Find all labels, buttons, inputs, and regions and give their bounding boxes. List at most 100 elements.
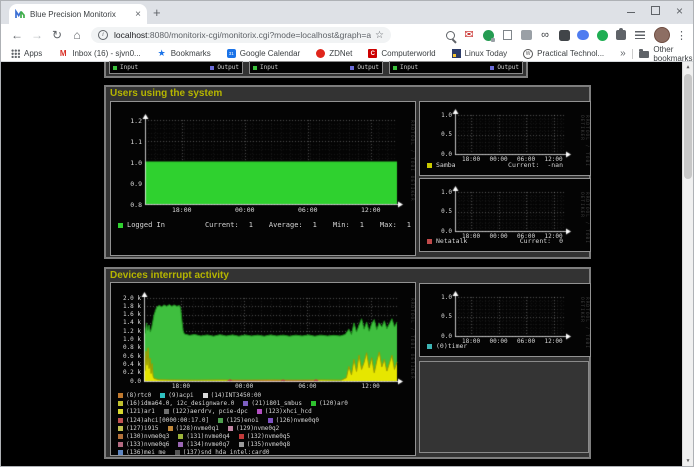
- bookmark-inbox[interactable]: MInbox (16) - sjvn0...: [58, 49, 140, 59]
- bookmarks-overflow-chevron[interactable]: »: [620, 48, 626, 59]
- site-info-icon[interactable]: i: [98, 30, 108, 40]
- bookmark-zdnet[interactable]: ZDNet: [316, 49, 352, 59]
- legend-label: Output: [497, 64, 519, 71]
- legend-label: (0)timer: [436, 342, 467, 350]
- legend-item: (121)ar1: [118, 408, 155, 415]
- graph-legend: SambaCurrent:-nan: [427, 161, 586, 169]
- vertical-scrollbar[interactable]: ▲ ▼: [682, 62, 693, 466]
- y-axis-tick: 2.0 k: [111, 295, 141, 302]
- graph-panel-interrupt-activity[interactable]: Interrupt activity (1day)Ticks/s2.0 k1.8…: [110, 282, 416, 456]
- search-icon[interactable]: [442, 27, 458, 43]
- section-title: Devices interrupt activity: [106, 269, 589, 282]
- legend-swatch: [118, 393, 123, 398]
- tab-title: Blue Precision Monitorix: [30, 10, 131, 19]
- cutoff-graph-panel[interactable]: InputOutput: [249, 61, 383, 74]
- goggles-icon[interactable]: ∞: [537, 27, 553, 43]
- home-button[interactable]: ⌂: [67, 28, 87, 42]
- section-users: Users using the system Users logged in (…: [104, 85, 591, 259]
- graph-panel-netatalk-users[interactable]: Netatalk users (1day)Users1.00.50.018:00…: [419, 178, 591, 252]
- legend-swatch: [118, 426, 123, 431]
- bookmark-label: ZDNet: [329, 49, 352, 58]
- graph-panel-core-activity[interactable]: Core activity (1day)Ticks/s1.00.50.018:0…: [419, 283, 591, 357]
- legend-item: (16)idma64.0, i2c_designware.0: [118, 400, 234, 407]
- window-close-button[interactable]: ×: [676, 7, 683, 15]
- legend-item: (134)nvme0q7: [178, 441, 229, 448]
- legend-swatch: [253, 66, 257, 70]
- copy-pages-icon[interactable]: [499, 27, 515, 43]
- globe-icon[interactable]: [480, 27, 496, 43]
- legend-row: (127)i915(128)nvme0q1(129)nvme0q2: [118, 425, 413, 432]
- legend-label: Input: [400, 64, 418, 71]
- legend-label: (14)INT3450:00: [211, 392, 262, 399]
- x-axis-tick: 00:00: [231, 206, 259, 214]
- legend-label: (8)rtc0: [126, 392, 151, 399]
- bookmark-linux-today[interactable]: Linux Today: [452, 49, 508, 59]
- legend-item: Input: [113, 64, 138, 71]
- legend-item: Samba: [427, 161, 456, 169]
- legend-item: (9)acpi: [160, 392, 193, 399]
- scrollbar-thumb[interactable]: [684, 74, 692, 179]
- y-axis-tick: 0.5: [420, 208, 452, 215]
- browser-menu-kebab-icon[interactable]: ⋮: [676, 29, 687, 42]
- y-axis-tick: 1.4 k: [111, 319, 141, 326]
- legend-stat-value: -nan: [547, 161, 563, 169]
- legend-label: (132)nvme0q5: [247, 433, 290, 440]
- legend-item: (8)rtc0: [118, 392, 151, 399]
- legend-swatch: [257, 409, 262, 414]
- profile-avatar[interactable]: [654, 27, 670, 43]
- address-bar[interactable]: i localhost:8080/monitorix-cgi/monitorix…: [91, 27, 391, 43]
- bookmark-practical-technology[interactable]: WPractical Technol...: [523, 49, 604, 59]
- scrollbar-up-arrow-icon[interactable]: ▲: [683, 62, 693, 72]
- card-icon[interactable]: [518, 27, 534, 43]
- bookmark-label: Practical Technol...: [537, 49, 604, 58]
- bookmark-google-calendar[interactable]: 31Google Calendar: [227, 49, 300, 59]
- green-badge-icon[interactable]: [594, 27, 610, 43]
- cutoff-graph-panel[interactable]: InputOutput: [109, 61, 243, 74]
- page-content: InputOutputInputOutputInputOutput Users …: [1, 62, 693, 466]
- window-maximize-button[interactable]: [651, 6, 660, 15]
- x-axis-tick: 18:00: [168, 206, 196, 214]
- legend-swatch: [118, 442, 123, 447]
- legend-item: Output: [350, 64, 379, 71]
- monitorix-favicon-icon: [15, 9, 25, 19]
- tune-list-icon[interactable]: [632, 27, 648, 43]
- bookmark-apps[interactable]: Apps: [11, 49, 42, 59]
- extensions-puzzle-icon[interactable]: [613, 27, 629, 43]
- gmail-icon[interactable]: ✉: [461, 27, 477, 43]
- legend-item: (14)INT3450:00: [203, 392, 262, 399]
- legend-label: (134)nvme0q7: [186, 441, 229, 448]
- dark-square-icon[interactable]: [556, 27, 572, 43]
- graph-panel-samba-users[interactable]: Samba users (1day)Users1.00.50.018:0000:…: [419, 101, 591, 176]
- y-axis-tick: 1.6 k: [111, 311, 141, 318]
- legend-label: (127)i915: [126, 425, 159, 432]
- tab-close-icon[interactable]: ×: [135, 9, 141, 20]
- browser-tab[interactable]: Blue Precision Monitorix ×: [9, 4, 147, 24]
- back-button[interactable]: ←: [7, 28, 27, 42]
- reload-button[interactable]: ↻: [47, 28, 67, 42]
- x-axis-tick: 06:00: [294, 206, 322, 214]
- legend-item: (130)nvme0q3: [118, 433, 169, 440]
- legend-item: (128)nvme0q1: [168, 425, 219, 432]
- bookmark-label: Inbox (16) - sjvn0...: [72, 49, 140, 58]
- bookmark-linux-today-icon: [452, 49, 461, 58]
- forward-button[interactable]: →: [27, 28, 47, 42]
- cutoff-graph-panel[interactable]: Input Output: [389, 61, 523, 74]
- legend-item: Current:0: [520, 237, 563, 245]
- cutoff-section-network: InputOutputInputOutputInputOutput: [104, 62, 528, 78]
- new-tab-button[interactable]: +: [153, 5, 161, 21]
- window-minimize-button[interactable]: [627, 11, 635, 13]
- scrollbar-down-arrow-icon[interactable]: ▼: [683, 456, 693, 466]
- blue-badge-icon[interactable]: [575, 27, 591, 43]
- legend-swatch: [160, 393, 165, 398]
- other-bookmarks-label[interactable]: Other bookmarks: [653, 45, 692, 63]
- y-axis-tick: 0.0: [420, 228, 452, 235]
- legend-swatch: [118, 434, 123, 439]
- legend-swatch: [203, 393, 208, 398]
- url-text: localhost:8080/monitorix-cgi/monitorix.c…: [114, 30, 371, 40]
- bookmark-bookmarks[interactable]: ★Bookmarks: [157, 49, 211, 59]
- graph-panel-users-logged-in[interactable]: Users logged in (1day)Users1.21.11.00.90…: [110, 101, 416, 256]
- bookmark-star-icon[interactable]: ☆: [375, 30, 384, 41]
- bookmark-computerworld[interactable]: CComputerworld: [368, 49, 435, 59]
- x-axis-tick: 12:00: [357, 383, 385, 390]
- y-axis-tick: 1.0: [420, 189, 452, 196]
